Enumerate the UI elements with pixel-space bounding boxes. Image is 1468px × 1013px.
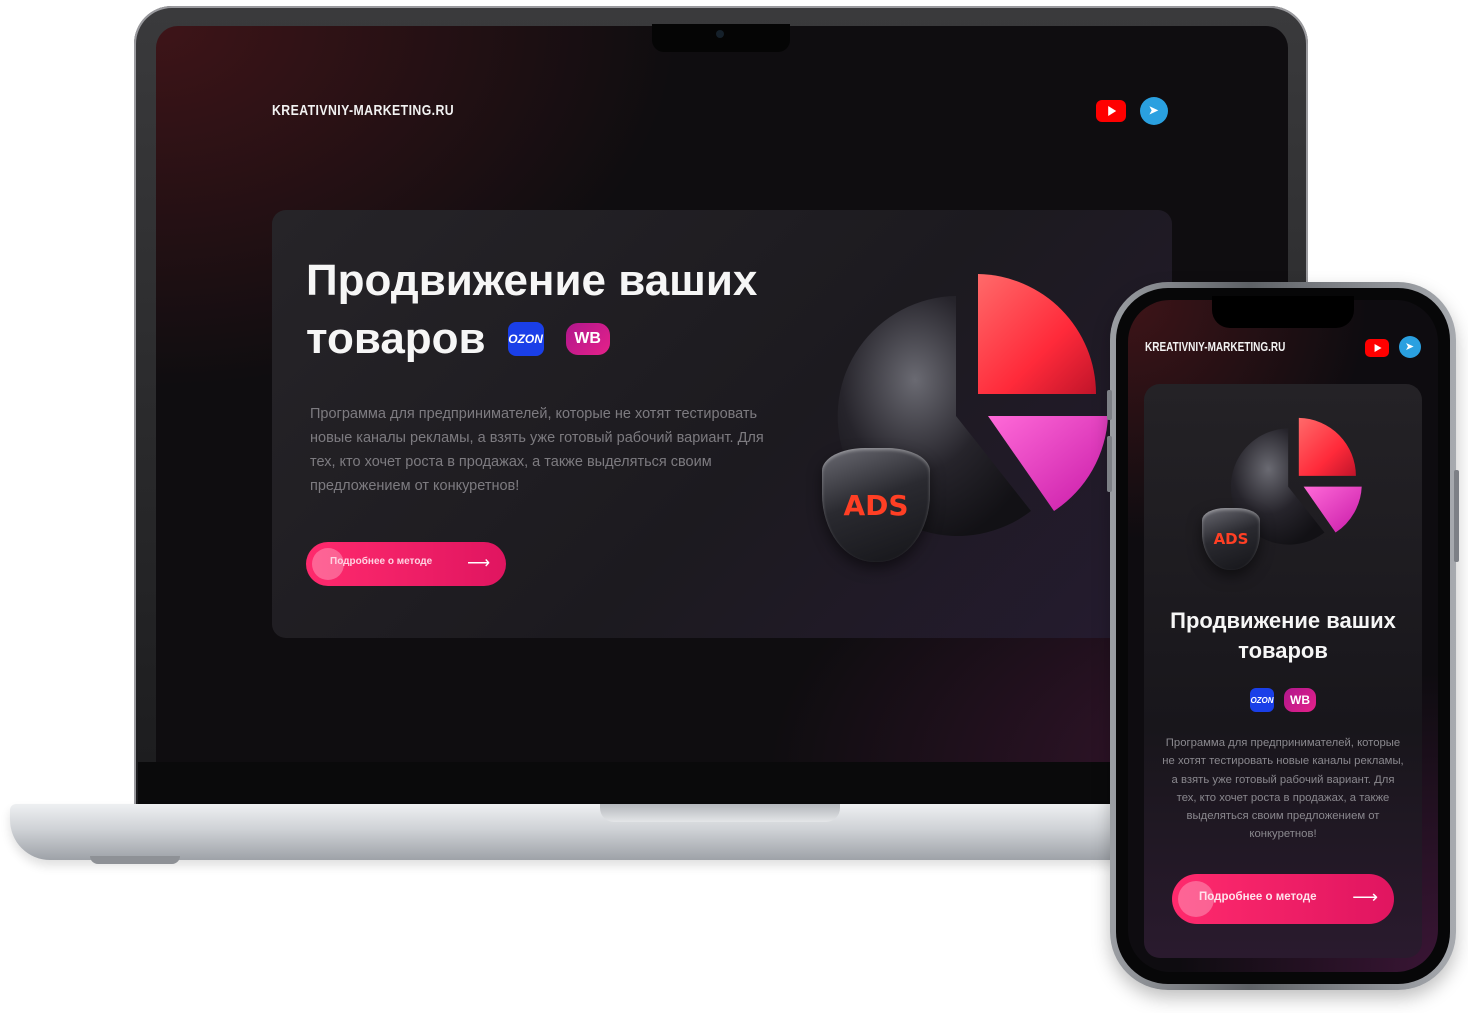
hero-title-line2: товаров: [306, 314, 486, 363]
hero-description: Программа для предпринимателей, которые …: [310, 406, 764, 494]
hero-card-mobile: ADS Продвижение ваших товаров OZON WB Пр…: [1144, 384, 1422, 958]
learn-more-label: Подробнее о методе: [1199, 891, 1317, 903]
youtube-icon[interactable]: [1365, 339, 1389, 357]
hero-title: Продвижение ваших товаров OZON WB: [306, 252, 826, 368]
pie-slice-red: [978, 274, 1096, 394]
wb-logo: WB: [565, 323, 610, 355]
phone-notch: [1212, 296, 1354, 328]
phone-screen: KREATIVNIY-MARKETING.RU ➤ ADS Продвижени…: [1128, 300, 1438, 972]
hero-description-mobile: Программа для предпринимателей, которые …: [1162, 737, 1404, 841]
learn-more-button[interactable]: Подробнее о методе ⟶: [306, 542, 506, 586]
laptop-foot-left: [90, 856, 180, 864]
telegram-icon[interactable]: ➤: [1399, 336, 1421, 358]
hero-title-mobile: Продвижение ваших товаров: [1170, 608, 1396, 663]
laptop-groove: [600, 804, 840, 822]
ads-label: ADS: [843, 488, 909, 522]
arrow-right-icon: ⟶: [1352, 887, 1378, 907]
phone-volume-up: [1107, 390, 1112, 420]
learn-more-label: Подробнее о методе: [330, 556, 433, 567]
marketplace-badges: OZON WB: [1144, 688, 1422, 712]
site-logo[interactable]: KREATIVNIY-MARKETING.RU: [272, 102, 454, 119]
ozon-logo: OZON: [507, 322, 544, 356]
phone-side-button: [1454, 470, 1459, 562]
learn-more-button-mobile[interactable]: Подробнее о методе ⟶: [1172, 874, 1394, 924]
pie-slice-red: [1298, 417, 1356, 476]
telegram-icon[interactable]: ➤: [1140, 97, 1168, 125]
camera-icon: [716, 30, 724, 38]
laptop-notch: [652, 24, 790, 52]
wb-logo: WB: [1284, 688, 1316, 712]
ozon-logo: OZON: [1250, 688, 1274, 712]
phone-volume-down: [1107, 436, 1112, 492]
ads-label: ADS: [1213, 530, 1249, 548]
site-logo-mobile[interactable]: KREATIVNIY-MARKETING.RU: [1145, 340, 1285, 354]
youtube-icon[interactable]: [1096, 100, 1126, 122]
hero-title-line1: Продвижение ваших: [306, 256, 758, 305]
arrow-right-icon: ⟶: [467, 555, 490, 572]
